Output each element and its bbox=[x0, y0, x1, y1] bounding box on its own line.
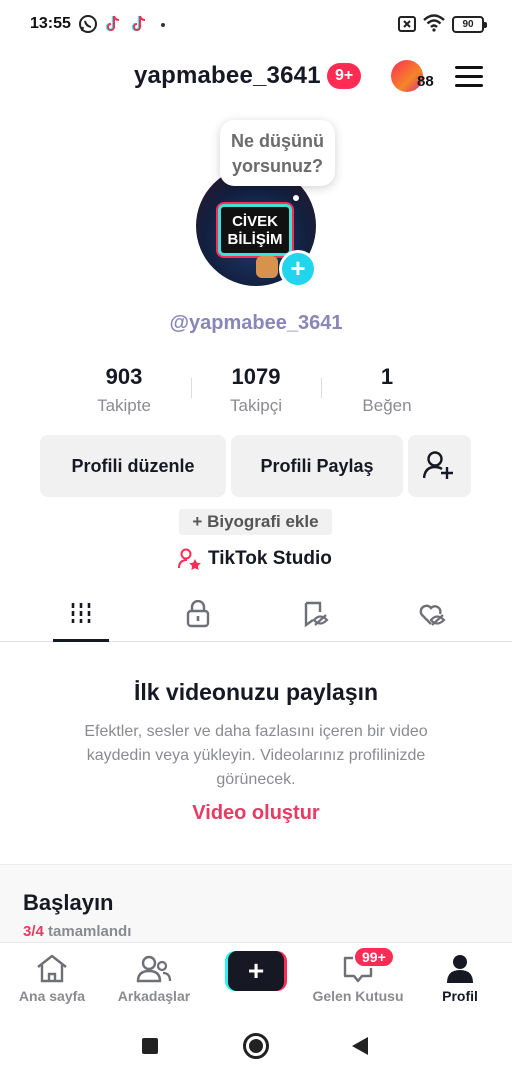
tab-videos[interactable] bbox=[17, 590, 145, 642]
studio-icon bbox=[178, 548, 201, 570]
back-button[interactable] bbox=[352, 1037, 368, 1055]
get-started-title: Başlayın bbox=[23, 890, 114, 915]
stat-following[interactable]: 903 Takipte bbox=[64, 364, 184, 416]
stat-value: 1 bbox=[380, 364, 394, 389]
inbox-badge: 99+ bbox=[353, 946, 395, 968]
stat-label: Takipçi bbox=[230, 396, 282, 415]
more-notifications-dot bbox=[161, 23, 165, 27]
stat-label: Beğen bbox=[362, 396, 412, 415]
create-video-link[interactable]: Video oluştur bbox=[0, 802, 512, 825]
plus-icon: + bbox=[228, 951, 284, 991]
nav-label: Arkadaşlar bbox=[117, 988, 191, 1004]
add-friend-button[interactable] bbox=[408, 435, 471, 497]
stat-divider bbox=[321, 378, 322, 398]
stat-value: 1079 bbox=[231, 364, 281, 389]
tiktok-notification-icon bbox=[104, 14, 122, 39]
bubble-tail-dot bbox=[293, 195, 299, 201]
stat-label: Takipte bbox=[97, 396, 151, 415]
profile-tabs bbox=[0, 590, 512, 642]
tiktok-notification-icon bbox=[130, 14, 148, 39]
account-notification-badge: 9+ bbox=[327, 63, 362, 89]
avatar-hand bbox=[256, 256, 278, 278]
lock-icon bbox=[186, 600, 210, 628]
tab-reposts[interactable] bbox=[252, 590, 380, 642]
sim-missing-icon bbox=[398, 16, 416, 37]
add-photo-button[interactable]: + bbox=[279, 250, 317, 288]
repost-hidden-icon bbox=[304, 601, 329, 628]
avatar-sign: CİVEK BİLİŞİM bbox=[218, 204, 292, 256]
grid-icon bbox=[71, 603, 91, 623]
nav-label: Profil bbox=[442, 988, 478, 1004]
battery-icon: 90 bbox=[452, 16, 487, 33]
status-bar: 13:55 90 bbox=[0, 0, 512, 48]
avatar-text: CİVEK bbox=[232, 213, 278, 230]
nav-home[interactable]: Ana sayfa bbox=[2, 943, 102, 1013]
liked-hidden-icon bbox=[419, 604, 446, 626]
edit-profile-button[interactable]: Profili düzenle bbox=[40, 435, 226, 497]
stories-count: 88 bbox=[417, 73, 434, 90]
progress-suffix: tamamlandı bbox=[43, 923, 132, 940]
stat-likes[interactable]: 1 Beğen bbox=[327, 364, 447, 416]
profile-handle[interactable]: @yapmabee_3641 bbox=[0, 312, 512, 335]
status-time: 13:55 bbox=[30, 15, 71, 32]
system-navigation-bar bbox=[0, 1012, 512, 1080]
empty-state-description: Efektler, sesler ve daha fazlasını içere… bbox=[84, 723, 428, 788]
home-button[interactable] bbox=[243, 1033, 269, 1059]
studio-label: TikTok Studio bbox=[208, 548, 332, 569]
nav-label: Gelen Kutusu bbox=[312, 988, 404, 1004]
home-icon bbox=[37, 954, 67, 983]
get-started-card[interactable]: Başlayın 3/4 tamamlandı bbox=[0, 864, 512, 944]
note-bubble-text: Ne düşünü bbox=[231, 131, 324, 151]
active-tab-indicator bbox=[53, 639, 109, 642]
add-bio-button[interactable]: + Biyografi ekle bbox=[179, 509, 332, 535]
note-bubble[interactable]: Ne düşünü yorsunuz? bbox=[220, 120, 335, 186]
friends-icon bbox=[136, 955, 172, 983]
note-bubble-text: yorsunuz? bbox=[231, 156, 323, 176]
stat-value: 903 bbox=[105, 364, 143, 389]
empty-state-title: İlk videonuzu paylaşın bbox=[133, 679, 379, 705]
add-user-icon bbox=[423, 451, 453, 479]
avatar-text: BİLİŞİM bbox=[227, 231, 283, 248]
tab-private[interactable] bbox=[134, 590, 262, 642]
menu-icon[interactable] bbox=[455, 66, 483, 88]
share-profile-button[interactable]: Profili Paylaş bbox=[231, 435, 403, 497]
recents-button[interactable] bbox=[142, 1038, 158, 1054]
create-button[interactable]: + bbox=[225, 951, 287, 991]
get-started-progress: 3/4 tamamlandı bbox=[23, 923, 131, 940]
nav-profile[interactable]: Profil bbox=[410, 943, 510, 1013]
whatsapp-icon bbox=[78, 14, 98, 39]
stat-divider bbox=[191, 378, 192, 398]
profile-icon bbox=[447, 955, 473, 983]
nav-friends[interactable]: Arkadaşlar bbox=[104, 943, 204, 1013]
wifi-icon bbox=[423, 14, 445, 37]
tab-liked[interactable] bbox=[368, 590, 496, 642]
stat-followers[interactable]: 1079 Takipçi bbox=[196, 364, 316, 416]
progress-count: 3/4 bbox=[23, 923, 44, 940]
username-title[interactable]: yapmabee_3641 bbox=[134, 62, 321, 90]
nav-label: Ana sayfa bbox=[18, 988, 86, 1004]
bottom-navigation: Ana sayfa Arkadaşlar + Gelen Kutusu Prof… bbox=[0, 942, 512, 1012]
